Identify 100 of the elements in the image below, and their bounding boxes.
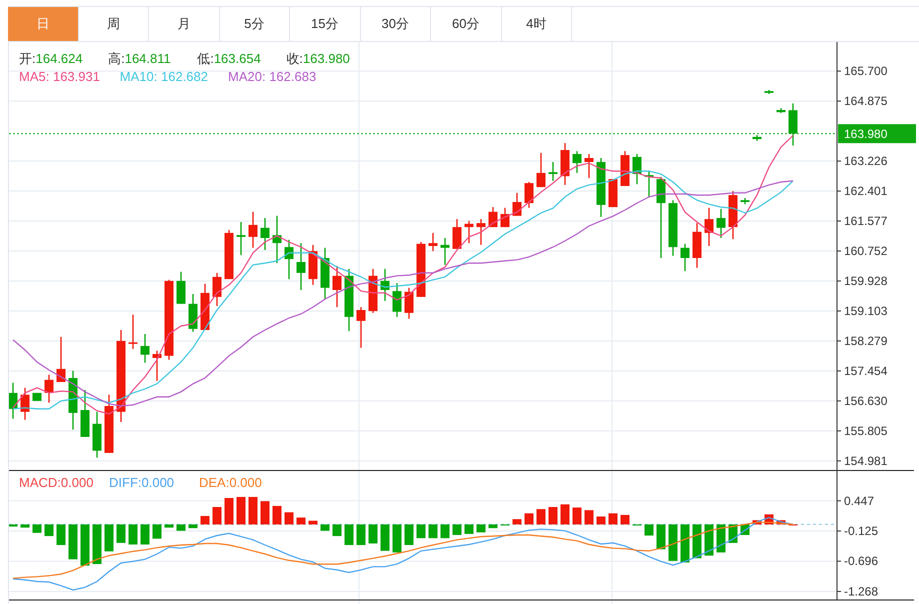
candlestick [80,390,90,437]
axis-label: 156.630 [844,394,888,408]
candlestick [332,266,342,308]
candlestick [224,230,234,280]
axis-label: 164.875 [844,94,888,108]
candlestick [188,294,198,332]
histogram-bar [356,524,366,546]
price-value-label: 开:164.624 [19,51,83,66]
candlestick [416,242,426,297]
histogram-bar [548,507,558,524]
histogram-bar [308,520,318,524]
histogram-bar [296,518,306,524]
histogram-bar [248,496,258,524]
axis-label: 157.454 [844,364,888,378]
histogram-bar [56,524,66,546]
candlestick [500,208,510,228]
histogram-bar [620,514,630,524]
candlestick [464,220,474,244]
histogram-bar [404,524,414,546]
candlestick [524,182,534,208]
candlestick [68,370,78,430]
candlestick [176,272,186,304]
candlestick [536,152,546,188]
candlestick [380,268,390,301]
candlestick [236,222,246,256]
histogram-bar [212,507,222,524]
histogram-bar [320,524,330,531]
candlestick [488,207,498,228]
histogram-bar [92,524,102,564]
histogram-bar [752,520,762,524]
candlestick [428,232,438,252]
histogram-bar [152,524,162,539]
candlestick [308,244,318,285]
candlestick [344,268,354,332]
candlestick [584,154,594,178]
candlestick [476,219,486,245]
histogram-bar [428,524,438,538]
candlestick [548,162,558,181]
candlestick [248,212,258,248]
candlestick [392,283,402,317]
candlestick [92,412,102,458]
histogram-bar [32,524,42,533]
histogram-bar [332,524,342,536]
candlestick [260,218,270,250]
axis-label: -1.268 [844,584,878,598]
candlestick [692,223,702,268]
candlestick [368,268,378,313]
axis-label: 154.981 [844,454,888,468]
candlestick [296,243,306,290]
histogram-bar [368,524,378,544]
axis-label: 165.700 [844,64,888,78]
candlestick [716,208,726,238]
histogram-bar [176,524,186,531]
histogram-bar [464,524,474,534]
candlestick [572,151,582,173]
histogram-bar [8,524,18,527]
candlestick [644,171,654,197]
histogram-bar [20,524,30,528]
axis-label: 158.279 [844,334,888,348]
candlestick [440,238,450,265]
histogram-bar [488,524,498,528]
candlestick [152,350,162,381]
axis-label: 163.226 [844,154,888,168]
candlestick [788,103,798,146]
candlestick [620,151,630,186]
histogram-bar [692,524,702,558]
price-value-label: 收:163.980 [286,51,350,66]
candlestick [608,179,618,208]
candlestick [404,288,414,319]
histogram-bar [224,498,234,524]
candlestick [140,334,150,363]
candlestick [8,382,18,419]
histogram-bar [140,524,150,544]
candlestick [320,248,330,300]
axis-label: -0.125 [844,524,878,538]
candlestick [200,284,210,330]
candlestick [752,135,762,141]
candlestick [452,219,462,249]
candlestick [704,208,714,246]
axis-label: 0.447 [844,494,874,508]
histogram-bar [116,524,126,543]
indicator-value-label: MACD:0.000 [19,475,94,490]
histogram-bar [668,524,678,561]
histogram-bar [536,509,546,524]
histogram-bar [452,524,462,535]
axis-label: 155.805 [844,424,888,438]
candlestick [728,191,738,240]
histogram-bar [68,524,78,560]
candlestick [356,307,366,348]
histogram-bar [44,524,54,536]
histogram-bar [104,524,114,552]
candlestick [272,216,282,264]
histogram-bar [524,513,534,524]
candlestick [284,240,294,280]
histogram-bar [572,508,582,524]
histogram-bar [476,524,486,532]
candlestick [632,154,642,184]
histogram-bar [236,496,246,524]
histogram-bar [440,524,450,538]
price-value-label: 高:164.811 [108,51,171,66]
